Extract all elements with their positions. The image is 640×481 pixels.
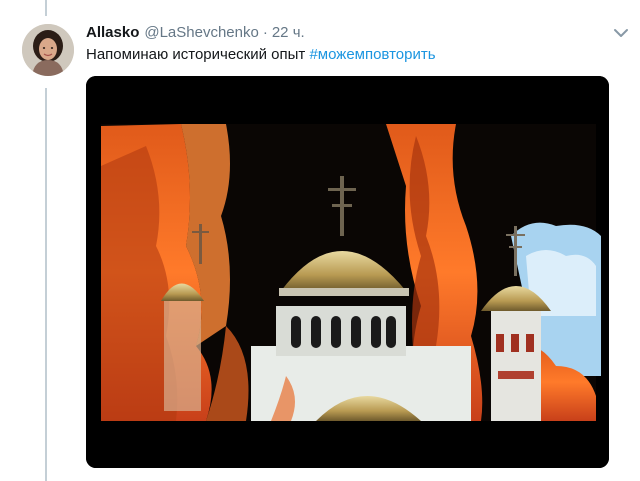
tweet-media-image[interactable] (86, 76, 609, 468)
burning-church-image (86, 76, 609, 468)
tweet-text: Напоминаю исторический опыт #можемповтор… (86, 46, 436, 63)
chevron-down-icon[interactable] (612, 26, 630, 40)
tweet-body-text: Напоминаю исторический опыт (86, 46, 310, 63)
tweet-card[interactable]: Allasko @LaShevchenko · 22 ч. Напоминаю … (0, 0, 640, 481)
tweet-timestamp[interactable]: 22 ч. (272, 24, 305, 41)
author-handle[interactable]: @LaShevchenko (144, 24, 258, 41)
tweet-header: Allasko @LaShevchenko · 22 ч. (86, 24, 305, 44)
thread-line-top (45, 0, 47, 16)
avatar[interactable] (22, 24, 74, 76)
thread-line-bottom (45, 88, 47, 481)
avatar-photo (22, 24, 74, 76)
author-name[interactable]: Allasko (86, 24, 139, 41)
separator-dot: · (262, 24, 268, 41)
hashtag-link[interactable]: #можемповторить (309, 46, 435, 63)
